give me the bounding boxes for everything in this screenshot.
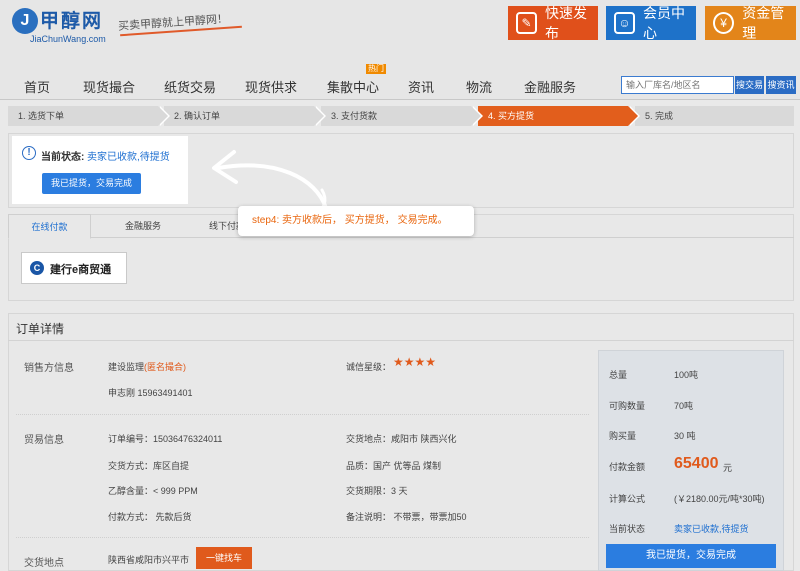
nav-item-distribution-center[interactable]: 集散中心: [327, 77, 379, 96]
find-car-button[interactable]: 一键找车: [196, 547, 252, 569]
hot-badge: 热门: [366, 64, 386, 74]
seller-tag: (匿名撮合): [144, 362, 187, 372]
current-state-label: 当前状态: [609, 524, 646, 534]
buy-amount-value: 30 吨: [674, 431, 696, 441]
yen-icon: ¥: [713, 12, 735, 34]
nav-item-paper-trade[interactable]: 纸货交易: [164, 77, 216, 96]
funds-management-label: 资金管理: [742, 5, 785, 41]
user-icon: ☺: [614, 12, 636, 34]
step-5: 5. 完成: [635, 106, 794, 126]
order-number: 订单编号：15036476324011: [108, 434, 223, 444]
bank-name: 建行e商贸通: [50, 264, 112, 276]
seller-name: 建设监理(匿名撮合): [108, 362, 187, 372]
ccb-payment-option[interactable]: C 建行e商贸通: [21, 252, 127, 284]
ccb-logo-icon: C: [30, 261, 44, 275]
edit-icon: ✎: [516, 12, 538, 34]
formula-value: (￥2180.00元/吨*30吨): [674, 494, 765, 504]
tab-online-payment[interactable]: 在线付款: [8, 214, 91, 239]
step-label: 5. 完成: [645, 111, 674, 121]
remark: 备注说明： 不带票，带票加50: [346, 512, 467, 522]
payment-mode: 付款方式： 先款后货: [108, 512, 192, 522]
location-section-label: 交货地点: [24, 558, 64, 569]
quick-publish-button[interactable]: ✎ 快速发布: [508, 5, 598, 41]
site-logo[interactable]: J 甲醇网 JiaChunWang.com: [12, 6, 112, 44]
total-label: 总量: [609, 370, 628, 380]
quick-publish-label: 快速发布: [545, 5, 588, 41]
status-label: 当前状态:: [41, 152, 85, 163]
order-details-header: 订单详情: [8, 313, 794, 341]
step-tooltip: step4: 卖方收款后， 买方提货， 交易完成。: [238, 206, 474, 236]
search-trade-button[interactable]: 搜交易: [735, 76, 764, 94]
status-value: 卖家已收款,待提货: [87, 152, 170, 163]
logo-icon: J: [12, 8, 38, 34]
step-1: 1. 选货下单: [8, 106, 170, 126]
delivery-mode: 交货方式：库区自提: [108, 461, 190, 471]
member-center-label: 会员中心: [643, 5, 686, 41]
confirm-pickup-button-summary[interactable]: 我已提货，交易完成: [606, 544, 776, 568]
logo-text: 甲醇网: [40, 10, 104, 32]
confirm-pickup-button[interactable]: 我已提货，交易完成: [42, 173, 141, 194]
step-label: 1. 选货下单: [18, 111, 65, 121]
nav-item-finance[interactable]: 金融服务: [524, 77, 576, 96]
current-state-value: 卖家已收款,待提货: [674, 524, 749, 534]
delivery-place: 交货地点：咸阳市 陕西兴化: [346, 434, 457, 444]
credit-label: 诚信星级：: [346, 362, 392, 372]
ethanol-content: 乙醇含量：< 999 PPM: [108, 486, 198, 496]
available-value: 70吨: [674, 401, 694, 411]
available-label: 可购数量: [609, 401, 646, 411]
order-summary: 总量 100吨 可购数量 70吨 购买量 30 吨 付款金额 65400 元 计…: [598, 350, 784, 571]
step-label: 4. 买方提货: [488, 111, 535, 121]
trade-section-label: 贸易信息: [24, 435, 64, 446]
seller-section-label: 销售方信息: [24, 363, 74, 374]
nav-item-news[interactable]: 资讯: [408, 77, 434, 96]
main-nav: 首页 现货撮合 纸货交易 现货供求 集散中心 热门 资讯 物流 金融服务 搜交易…: [0, 64, 800, 100]
credit-stars: ★★★★: [393, 355, 437, 369]
step-label: 2. 确认订单: [174, 111, 221, 121]
tab-financial-service[interactable]: 金融服务: [108, 214, 178, 238]
step-4-active: 4. 买方提货: [478, 106, 640, 126]
delivery-period: 交货期限：3 天: [346, 486, 408, 496]
funds-management-button[interactable]: ¥ 资金管理: [705, 5, 796, 41]
search-news-button[interactable]: 搜资讯: [766, 76, 796, 94]
divider: [16, 537, 589, 538]
total-value: 100吨: [674, 370, 699, 380]
site-header: J 甲醇网 JiaChunWang.com 买卖甲醇就上甲醇网！ ✎ 快速发布 …: [0, 0, 800, 68]
nav-item-logistics[interactable]: 物流: [466, 77, 492, 96]
member-center-button[interactable]: ☺ 会员中心: [606, 5, 696, 41]
step-label: 3. 支付货款: [331, 111, 378, 121]
seller-contact: 申志刚 15963491401: [108, 388, 193, 398]
product-quality: 品质：国产 优等品 煤制: [346, 461, 442, 471]
formula-label: 计算公式: [609, 494, 646, 504]
step-2: 2. 确认订单: [164, 106, 326, 126]
divider: [16, 414, 589, 415]
order-details-title: 订单详情: [16, 322, 65, 336]
step-3: 3. 支付货款: [321, 106, 483, 126]
nav-item-spot-supply[interactable]: 现货供求: [245, 77, 297, 96]
buy-amount-label: 购买量: [609, 431, 637, 441]
location-value: 陕西省咸阳市兴平市: [108, 555, 190, 565]
nav-item-home[interactable]: 首页: [24, 77, 50, 96]
info-icon: !: [22, 146, 36, 160]
status-box: ! 当前状态: 卖家已收款,待提货 我已提货，交易完成: [12, 136, 188, 204]
search-input[interactable]: [621, 76, 734, 94]
progress-steps: 1. 选货下单 2. 确认订单 3. 支付货款 4. 买方提货 5. 完成: [8, 106, 794, 126]
payment-amount-label: 付款金额: [609, 462, 646, 472]
logo-domain: JiaChunWang.com: [30, 34, 106, 44]
payment-amount-unit: 元: [723, 463, 733, 473]
nav-item-spot-matching[interactable]: 现货撮合: [83, 77, 135, 96]
payment-amount-value: 65400: [674, 455, 719, 472]
